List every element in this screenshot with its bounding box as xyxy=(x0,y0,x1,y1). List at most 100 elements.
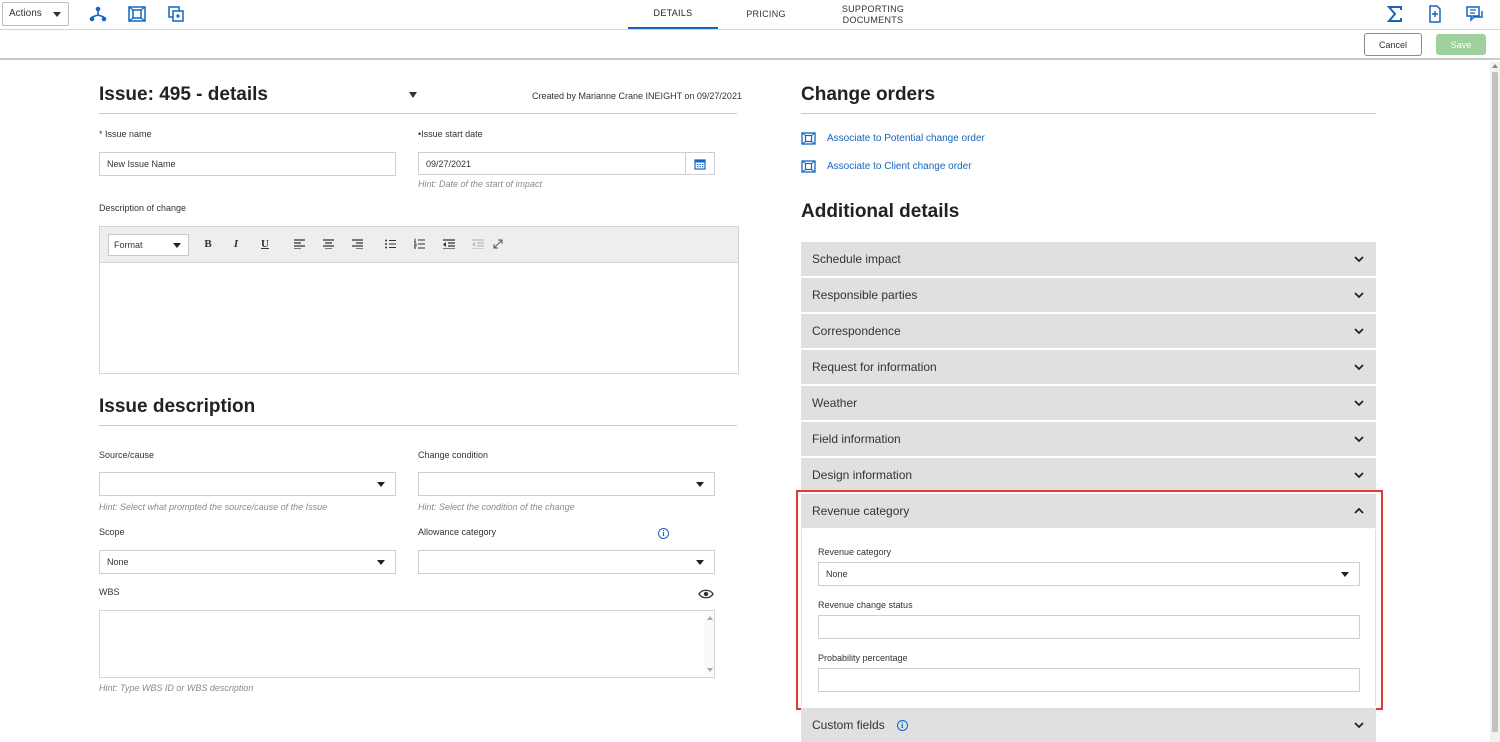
remove-format-icon[interactable] xyxy=(469,235,487,253)
associate-client-change-order-label: Associate to Client change order xyxy=(827,160,972,172)
add-document-icon[interactable] xyxy=(1425,5,1445,23)
chevron-down-icon xyxy=(1354,292,1364,299)
additional-details-title: Additional details xyxy=(801,201,960,222)
accordion-schedule-impact[interactable]: Schedule impact xyxy=(801,242,1376,276)
accordion-correspondence[interactable]: Correspondence xyxy=(801,314,1376,348)
accordion-request-for-information[interactable]: Request for information xyxy=(801,350,1376,384)
tab-bar: DETAILS PRICING SUPPORTING DOCUMENTS xyxy=(628,0,932,30)
actions-label: Actions xyxy=(9,8,42,19)
description-label: Description of change xyxy=(99,203,187,213)
issue-start-date-hint: Hint: Date of the start of impact xyxy=(418,179,543,189)
expand-icon[interactable] xyxy=(489,235,507,253)
numbered-list-icon[interactable] xyxy=(410,235,428,253)
revenue-category-dropdown[interactable]: None xyxy=(818,562,1360,586)
revenue-category-label: Revenue category xyxy=(818,547,892,557)
accordion-revenue-category[interactable]: Revenue category xyxy=(801,494,1376,528)
accordion-label: Schedule impact xyxy=(812,252,901,266)
scroll-up-icon[interactable] xyxy=(1492,64,1498,68)
accordion-weather[interactable]: Weather xyxy=(801,386,1376,420)
accordion-custom-fields[interactable]: Custom fields i xyxy=(801,708,1376,742)
wbs-scrollbar[interactable] xyxy=(704,611,714,677)
wbs-label: WBS xyxy=(99,587,120,597)
chevron-down-icon xyxy=(696,482,704,487)
sigma-icon[interactable] xyxy=(1385,5,1405,23)
change-orders-title: Change orders xyxy=(801,84,936,105)
source-cause-dropdown[interactable] xyxy=(99,472,396,496)
calendar-icon[interactable] xyxy=(685,153,714,174)
scrollbar-thumb[interactable] xyxy=(1492,72,1498,732)
associate-potential-change-order-link[interactable]: Associate to Potential change order xyxy=(801,130,985,146)
info-icon[interactable]: i xyxy=(896,719,908,731)
chevron-down-icon xyxy=(377,560,385,565)
chevron-down-icon xyxy=(1354,328,1364,335)
accordion-label: Revenue category xyxy=(812,504,910,518)
accordion-field-information[interactable]: Field information xyxy=(801,422,1376,456)
cancel-button[interactable]: Cancel xyxy=(1364,33,1422,56)
wbs-hint: Hint: Type WBS ID or WBS description xyxy=(99,683,254,693)
accordion-label: Responsible parties xyxy=(812,288,918,302)
associate-potential-change-order-label: Associate to Potential change order xyxy=(827,132,985,144)
tab-pricing[interactable]: PRICING xyxy=(718,0,814,29)
align-right-icon[interactable] xyxy=(348,235,366,253)
layers-select-icon[interactable] xyxy=(127,5,147,23)
change-condition-hint: Hint: Select the condition of the change xyxy=(418,502,575,512)
title-divider xyxy=(99,113,737,114)
align-left-icon[interactable] xyxy=(290,235,308,253)
chevron-down-icon xyxy=(1354,364,1364,371)
bold-icon[interactable]: B xyxy=(199,235,217,253)
accordion-responsible-parties[interactable]: Responsible parties xyxy=(801,278,1376,312)
tab-supporting-documents-label: SUPPORTING DOCUMENTS xyxy=(841,3,905,25)
issue-name-label: * Issue name xyxy=(99,129,152,139)
save-button[interactable]: Save xyxy=(1436,34,1486,55)
page-scrollbar[interactable] xyxy=(1490,62,1500,742)
change-condition-dropdown[interactable] xyxy=(418,472,715,496)
allowance-category-label: Allowance category xyxy=(418,527,497,537)
scroll-up-icon[interactable] xyxy=(707,616,713,620)
accordion-label: Request for information xyxy=(812,360,937,374)
tab-supporting-documents[interactable]: SUPPORTING DOCUMENTS xyxy=(814,0,932,29)
probability-percentage-input[interactable] xyxy=(818,668,1360,692)
format-dropdown[interactable]: Format xyxy=(108,234,189,256)
issue-name-value: New Issue Name xyxy=(107,159,176,169)
scroll-down-icon[interactable] xyxy=(707,668,713,672)
info-icon[interactable]: i xyxy=(658,528,669,539)
actions-dropdown[interactable]: Actions xyxy=(2,2,69,26)
copy-icon[interactable] xyxy=(166,5,186,23)
issue-description-title: Issue description xyxy=(99,396,256,417)
chevron-down-icon xyxy=(696,560,704,565)
align-center-icon[interactable] xyxy=(319,235,337,253)
change-order-icon xyxy=(801,159,816,173)
issue-name-input[interactable]: New Issue Name xyxy=(99,152,396,176)
issue-start-date-input[interactable]: 09/27/2021 xyxy=(418,152,715,175)
wbs-textarea[interactable] xyxy=(99,610,715,678)
description-editor[interactable] xyxy=(99,262,739,374)
underline-icon[interactable]: U xyxy=(256,235,274,253)
allowance-category-dropdown[interactable] xyxy=(418,550,715,574)
bullet-list-icon[interactable] xyxy=(381,235,399,253)
change-order-icon xyxy=(801,131,816,145)
issue-start-date-label: •Issue start date xyxy=(418,129,483,139)
source-cause-label: Source/cause xyxy=(99,450,155,460)
scope-label: Scope xyxy=(99,527,125,537)
accordion-design-information[interactable]: Design information xyxy=(801,458,1376,492)
change-orders-divider xyxy=(801,113,1376,114)
revenue-change-status-input[interactable] xyxy=(818,615,1360,639)
comments-icon[interactable] xyxy=(1465,5,1485,23)
hierarchy-icon[interactable] xyxy=(88,5,108,23)
chevron-down-icon xyxy=(1341,572,1349,577)
title-dropdown-caret-icon[interactable] xyxy=(409,92,417,98)
accordion-label: Correspondence xyxy=(812,324,901,338)
accordion-label: Weather xyxy=(812,396,858,410)
source-cause-hint: Hint: Select what prompted the source/ca… xyxy=(99,502,328,512)
chevron-down-icon xyxy=(53,12,61,17)
revenue-category-value: None xyxy=(826,569,848,579)
outdent-icon[interactable] xyxy=(440,235,458,253)
associate-client-change-order-link[interactable]: Associate to Client change order xyxy=(801,158,972,174)
tab-details[interactable]: DETAILS xyxy=(628,0,718,29)
change-condition-label: Change condition xyxy=(418,450,489,460)
italic-icon[interactable]: I xyxy=(227,235,245,253)
eye-icon[interactable] xyxy=(698,587,714,599)
scope-dropdown[interactable]: None xyxy=(99,550,396,574)
issue-description-divider xyxy=(99,425,737,426)
chevron-down-icon xyxy=(1354,400,1364,407)
